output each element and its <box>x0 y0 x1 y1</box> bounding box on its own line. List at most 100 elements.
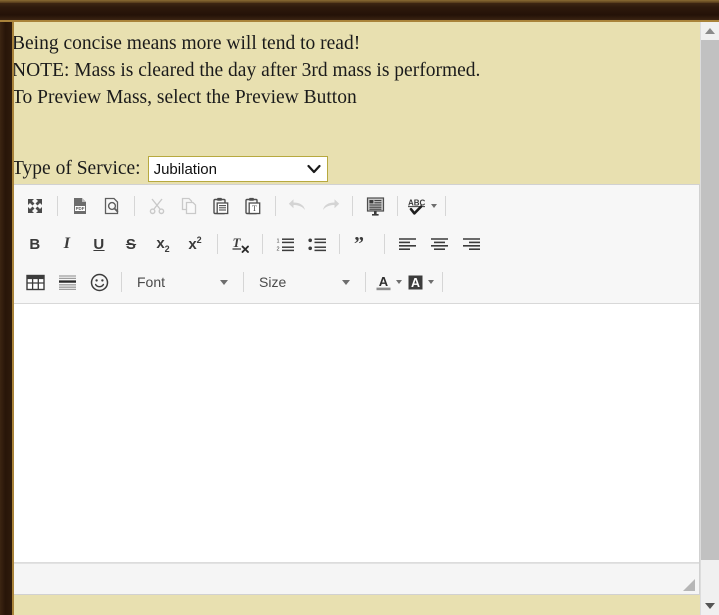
horizontal-rule-icon <box>58 274 77 291</box>
subscript-icon: x2 <box>156 234 170 254</box>
copy-button <box>175 193 203 219</box>
preview-icon <box>103 197 121 215</box>
remove-format-button[interactable]: T <box>226 231 254 257</box>
chevron-down-icon <box>428 280 434 284</box>
font-family-label: Font <box>137 274 166 290</box>
align-right-icon <box>462 236 481 253</box>
toolbar-separator <box>121 272 122 292</box>
toolbar-separator <box>134 196 135 216</box>
chevron-down-icon <box>431 204 437 208</box>
svg-text:1: 1 <box>276 238 279 244</box>
cut-button <box>143 193 171 219</box>
chevron-down-icon <box>396 280 402 284</box>
type-of-service-select-wrapper: Jubilation <box>147 156 328 182</box>
instruction-text: Being concise means more will tend to re… <box>12 30 652 111</box>
maximize-button[interactable] <box>21 193 49 219</box>
background-color-icon: A <box>406 273 425 292</box>
align-left-icon <box>398 236 417 253</box>
remove-format-icon: T <box>231 235 250 254</box>
export-pdf-button[interactable]: PDF <box>66 193 94 219</box>
toolbar-separator <box>217 234 218 254</box>
window-frame-left <box>0 22 14 615</box>
text-color-icon: A <box>374 273 393 292</box>
horizontal-rule-button[interactable] <box>53 269 81 295</box>
align-left-button[interactable] <box>393 231 421 257</box>
table-button[interactable] <box>21 269 49 295</box>
svg-text:A: A <box>411 276 420 290</box>
svg-text:PDF: PDF <box>76 206 85 211</box>
align-center-button[interactable] <box>425 231 453 257</box>
numbered-list-button[interactable]: 1 2 <box>271 231 299 257</box>
editor-content-area[interactable] <box>13 304 699 563</box>
bold-icon: B <box>29 235 41 253</box>
toolbar-separator <box>262 234 263 254</box>
scissors-icon <box>148 197 166 215</box>
pdf-icon: PDF <box>71 197 89 215</box>
spellcheck-button[interactable]: ABC <box>406 197 437 216</box>
triangle-up-icon <box>705 28 715 34</box>
toolbar-separator <box>339 234 340 254</box>
italic-button[interactable]: I <box>53 231 81 257</box>
paste-button[interactable] <box>207 193 235 219</box>
toolbar-row-1: PDF T ABC <box>13 187 699 225</box>
instruction-line-2: NOTE: Mass is cleared the day after 3rd … <box>12 60 481 81</box>
blockquote-button[interactable]: ” <box>348 231 376 257</box>
toolbar-separator <box>352 196 353 216</box>
bold-button[interactable]: B <box>21 231 49 257</box>
toolbar-separator <box>445 196 446 216</box>
smiley-icon <box>90 273 109 292</box>
paste-icon <box>212 197 230 215</box>
templates-button[interactable] <box>361 193 389 219</box>
type-of-service-select[interactable]: Jubilation <box>147 156 328 182</box>
superscript-icon: x2 <box>188 235 202 253</box>
toolbar-separator <box>365 272 366 292</box>
background-color-button[interactable]: A <box>406 273 434 292</box>
paste-text-icon: T <box>244 197 262 215</box>
font-size-label: Size <box>259 274 287 290</box>
subscript-button[interactable]: x2 <box>149 231 177 257</box>
underline-button[interactable]: U <box>85 231 113 257</box>
svg-text:T: T <box>232 235 241 250</box>
resize-grip-icon[interactable] <box>682 578 696 592</box>
scrollbar-up-button[interactable] <box>701 22 719 40</box>
font-family-dropdown[interactable]: Font <box>131 270 234 294</box>
paste-as-text-button[interactable]: T <box>239 193 267 219</box>
align-center-icon <box>430 236 449 253</box>
toolbar-separator <box>442 272 443 292</box>
undo-arrow-icon <box>288 197 308 215</box>
italic-icon: I <box>63 235 71 252</box>
svg-text:A: A <box>379 274 389 289</box>
blockquote-icon: ” <box>353 236 372 253</box>
scrollbar-thumb[interactable] <box>701 40 719 560</box>
type-of-service-row: Type of Service: Jubilation <box>12 156 328 182</box>
toolbar-row-2: B I U S x2 x2 T 1 2 ” <box>13 225 699 263</box>
toolbar-row-3: Font Size A A <box>13 263 699 301</box>
toolbar-separator <box>57 196 58 216</box>
window-frame-top <box>0 0 719 22</box>
svg-text:”: ” <box>354 236 364 253</box>
editor-toolbar: PDF T ABC B I U S x2 x2 T 1 2 ” Font Siz… <box>13 185 699 304</box>
bulleted-list-icon <box>307 236 327 253</box>
underline-icon: U <box>93 235 105 253</box>
table-icon <box>25 274 45 291</box>
triangle-down-icon <box>705 603 715 609</box>
numbered-list-icon: 1 2 <box>276 236 295 253</box>
strikethrough-icon: S <box>125 235 137 253</box>
superscript-button[interactable]: x2 <box>181 231 209 257</box>
smiley-button[interactable] <box>85 269 113 295</box>
page-scrollbar[interactable] <box>700 22 719 615</box>
text-color-button[interactable]: A <box>374 273 402 292</box>
preview-button[interactable] <box>98 193 126 219</box>
font-size-dropdown[interactable]: Size <box>253 270 356 294</box>
bulleted-list-button[interactable] <box>303 231 331 257</box>
scrollbar-down-button[interactable] <box>701 597 719 615</box>
redo-arrow-icon <box>320 197 340 215</box>
strikethrough-button[interactable]: S <box>117 231 145 257</box>
editor-status-bar <box>13 563 699 594</box>
svg-text:2: 2 <box>276 246 279 252</box>
chevron-down-icon <box>220 279 228 285</box>
chevron-down-icon <box>342 279 350 285</box>
align-right-button[interactable] <box>457 231 485 257</box>
page-root: Being concise means more will tend to re… <box>0 0 719 615</box>
undo-button <box>284 193 312 219</box>
